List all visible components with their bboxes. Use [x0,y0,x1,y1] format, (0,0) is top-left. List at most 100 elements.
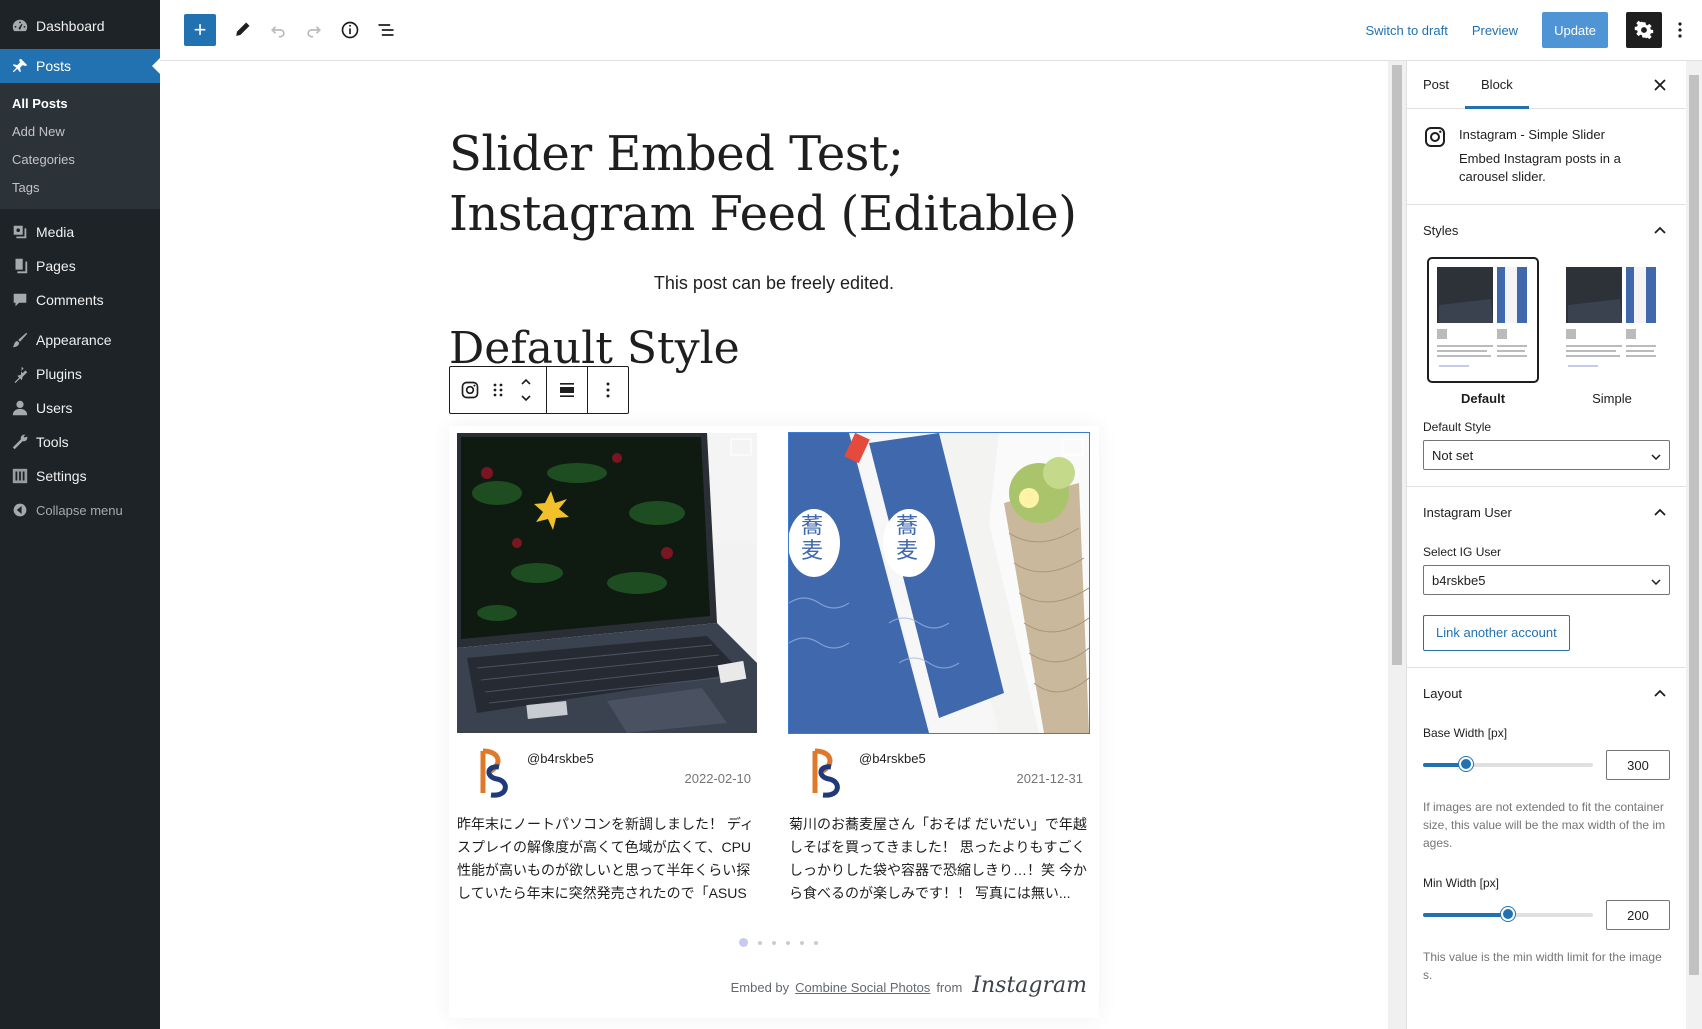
credit-link[interactable]: Combine Social Photos [795,980,930,995]
credit-from: from [936,980,963,995]
menu-users[interactable]: Users [0,391,160,425]
menu-comments[interactable]: Comments [0,283,160,317]
post-photo-soba[interactable]: 蕎麦蕎麦 [788,432,1090,734]
submenu-add-new[interactable]: Add New [0,118,160,146]
menu-dashboard[interactable]: Dashboard [0,9,160,43]
switch-to-draft-button[interactable]: Switch to draft [1365,23,1447,38]
undo-button[interactable] [260,12,296,48]
settings-button[interactable] [1626,12,1662,48]
menu-settings[interactable]: Settings [0,459,160,493]
preview-button[interactable]: Preview [1472,23,1518,38]
card-caption: 菊川のお蕎麦屋さん「おそば だいだい」で年越しそばを買ってきました！ 思ったより… [789,816,1087,901]
menu-comments-label: Comments [36,292,104,308]
credit-embed-by: Embed by [730,980,790,995]
chevron-down-icon [1651,448,1661,463]
menu-media[interactable]: Media [0,215,160,249]
list-view-button[interactable] [368,12,404,48]
select-ig-user[interactable]: b4rskbe5 [1423,565,1670,595]
slider-card[interactable]: @b4rskbe5 2022-02-10 昨年末にノートパソコンを新調しました！… [457,433,757,905]
menu-appearance[interactable]: Appearance [0,323,160,357]
editor-scrollbar-thumb[interactable] [1392,65,1402,665]
drag-handle[interactable] [484,367,512,413]
style-preview [1558,259,1666,381]
block-type-button[interactable] [456,367,484,413]
options-button[interactable] [1668,12,1692,48]
base-width-label: Base Width [px] [1423,726,1508,740]
users-icon [10,398,30,418]
menu-tools[interactable]: Tools [0,425,160,459]
pagination-dot[interactable] [814,940,818,945]
menu-pages[interactable]: Pages [0,249,160,283]
tab-block[interactable]: Block [1465,61,1529,109]
instagram-user-panel-toggle[interactable]: Instagram User [1423,487,1670,537]
pagination-dot[interactable] [739,938,748,947]
plus-icon: + [193,17,207,42]
link-another-account-button[interactable]: Link another account [1423,615,1570,651]
card-username[interactable]: @b4rskbe5 [527,751,594,813]
instagram-icon [1425,127,1445,147]
min-width-input[interactable]: 200 [1606,900,1670,930]
style-options: Default Simple [1423,255,1670,412]
tab-post[interactable]: Post [1407,61,1465,109]
update-button[interactable]: Update [1542,12,1608,48]
instagram-slider-block[interactable]: @b4rskbe5 2022-02-10 昨年末にノートパソコンを新調しました！… [449,426,1099,1018]
block-card: Instagram - Simple Slider Embed Instagra… [1407,109,1686,205]
block-title: Instagram - Simple Slider [1459,127,1605,142]
window-scrollbar-thumb[interactable] [1689,75,1699,975]
pagination-dot[interactable] [786,940,790,945]
base-width-slider[interactable] [1423,757,1593,771]
details-button[interactable] [332,12,368,48]
redo-button[interactable] [296,12,332,48]
menu-plugins[interactable]: Plugins [0,357,160,391]
svg-text:蕎: 蕎 [801,514,823,539]
card-author: @b4rskbe5 2021-12-31 [789,733,1089,813]
block-inserter-button[interactable]: + [184,14,216,46]
align-full-width-icon [560,383,574,397]
block-options-button[interactable] [594,367,622,413]
min-width-slider-thumb[interactable] [1501,907,1515,921]
layout-panel: Layout Base Width [px] 300 If images are… [1407,668,1686,1000]
submenu-all-posts[interactable]: All Posts [0,90,160,118]
menu-media-label: Media [36,224,75,240]
collapse-menu[interactable]: Collapse menu [0,493,160,527]
min-width-control: 200 [1423,900,1670,930]
menu-tools-label: Tools [36,434,69,450]
paragraph-block[interactable]: This post can be freely edited. [449,273,1099,294]
embed-credit: Embed by Combine Social Photos from Inst… [731,973,1087,998]
align-button[interactable] [553,367,581,413]
posts-submenu: All Posts Add New Categories Tags [0,83,160,209]
close-settings-button[interactable] [1648,73,1672,97]
styles-panel-title: Styles [1423,222,1459,238]
pagination-dot[interactable] [772,940,776,945]
style-simple-option[interactable]: Simple [1558,259,1666,406]
avatar [812,748,840,798]
pagination-dot[interactable] [758,940,762,945]
default-style-select[interactable]: Not set [1423,440,1670,470]
style-default-option[interactable]: Default [1427,257,1539,406]
window-scrollbar[interactable] [1686,61,1702,1029]
editor-scrollbar[interactable] [1388,61,1406,1029]
chevron-up-icon [1650,683,1670,703]
chevron-up-icon [1650,220,1670,240]
base-width-slider-thumb[interactable] [1458,757,1473,771]
card-username[interactable]: @b4rskbe5 [859,751,926,813]
slider-card[interactable]: 蕎麦蕎麦 @b4rskbe5 2021-12-31 菊川のお蕎麦屋さん「おそば … [788,432,1090,905]
styles-panel-toggle[interactable]: Styles [1423,205,1670,255]
submenu-tags[interactable]: Tags [0,174,160,202]
paintbrush-icon [10,330,30,350]
pencil-icon [236,22,250,36]
tools-button[interactable] [224,12,260,48]
min-width-label: Min Width [px] [1423,876,1500,890]
menu-posts[interactable]: Posts [0,49,160,83]
editor-canvas: Slider Embed Test; Instagram Feed (Edita… [160,61,1388,1029]
min-width-slider[interactable] [1423,907,1593,921]
undo-icon [270,26,285,38]
post-title[interactable]: Slider Embed Test; Instagram Feed (Edita… [449,124,1099,244]
layout-panel-toggle[interactable]: Layout [1423,668,1670,718]
post-photo-laptop[interactable] [457,433,757,733]
pagination-dot[interactable] [800,940,804,945]
info-icon [341,21,359,39]
submenu-categories[interactable]: Categories [0,146,160,174]
base-width-input[interactable]: 300 [1606,750,1670,780]
move-up-down-button[interactable] [512,367,540,413]
